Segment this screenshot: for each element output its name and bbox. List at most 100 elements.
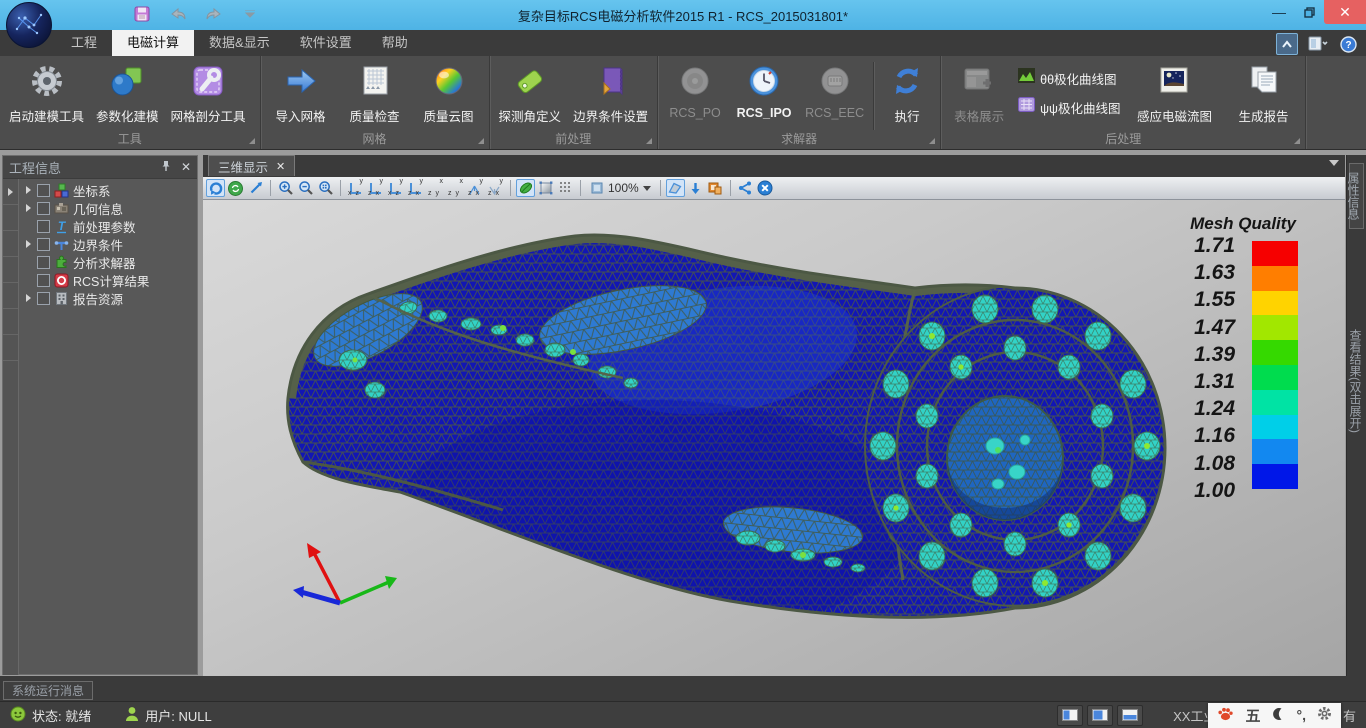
table-display-button[interactable]: 表格展示 (944, 56, 1014, 125)
ime-punctuation-mode[interactable]: °, (1296, 707, 1306, 723)
tab-3d-display[interactable]: 三维显示 ✕ (208, 155, 295, 176)
tab-settings[interactable]: 软件设置 (285, 30, 367, 56)
view-orient-button-1[interactable]: yx z (346, 178, 365, 198)
view-orient-button-3[interactable]: yx z (386, 178, 405, 198)
display-style-icon[interactable] (1308, 34, 1328, 54)
shaded-box-button[interactable] (536, 179, 555, 197)
app-logo[interactable] (6, 2, 52, 48)
ime-toolbar[interactable]: 五 °, (1208, 703, 1341, 728)
clip-plane-button[interactable] (666, 179, 685, 197)
zoom-in-button[interactable] (276, 179, 295, 197)
ime-settings-gear-icon[interactable] (1317, 706, 1332, 724)
tab-em-compute[interactable]: 电磁计算 (112, 30, 194, 56)
layout-bottom-panel-button[interactable] (1117, 705, 1143, 726)
view-orient-button-4[interactable]: yz x (406, 178, 425, 198)
ime-wubi-mode[interactable]: 五 (1245, 705, 1260, 726)
delete-view-button[interactable] (756, 179, 775, 197)
quality-contour-button[interactable]: 质量云图 (412, 56, 486, 125)
copy-view-button[interactable] (706, 179, 725, 197)
view-orient-button-5[interactable]: xz y (426, 178, 445, 198)
checkbox[interactable] (37, 220, 50, 233)
close-button[interactable]: ✕ (1324, 0, 1366, 24)
view-orient-button-2[interactable]: yz x (366, 178, 385, 198)
view-orient-button-7[interactable]: yz x (466, 178, 485, 198)
zoom-out-button[interactable] (296, 179, 315, 197)
checkbox[interactable] (37, 292, 50, 305)
group-dialog-launcher[interactable] (1294, 138, 1300, 144)
analysis-solver-icon (54, 255, 69, 270)
checkbox[interactable] (37, 274, 50, 287)
tab-help[interactable]: 帮助 (367, 30, 423, 56)
system-messages-tab[interactable]: 系统运行消息 (3, 681, 93, 700)
rcs-po-button[interactable]: RCS_PO (661, 56, 729, 120)
3d-canvas[interactable]: Mesh Quality 1.71 1.63 1.55 1.47 1.39 1.… (203, 200, 1345, 681)
tab-close-icon[interactable]: ✕ (276, 160, 285, 173)
checkbox[interactable] (37, 256, 50, 269)
tree-item-coordinate-system[interactable]: 坐标系 (19, 181, 197, 199)
induced-em-flow-button[interactable]: 感应电磁流图 (1124, 56, 1224, 125)
theta-polarization-curve-button[interactable]: θθ极化曲线图 (1014, 68, 1124, 88)
view-results-tab[interactable]: 查看结果(双击展开) (1349, 329, 1364, 433)
smooth-shading-leaf-button[interactable] (516, 179, 535, 197)
legend-value: 1.47 (1163, 317, 1235, 339)
rcs-eec-button[interactable]: RCS_EEC (799, 56, 870, 120)
coordinate-system-icon (54, 183, 69, 198)
zoom-fit-button[interactable] (316, 179, 335, 197)
drop-down-arrow-button[interactable] (686, 179, 705, 197)
minimize-button[interactable]: — (1264, 0, 1294, 24)
report-resources-icon (54, 291, 69, 306)
parametric-modeling-button[interactable]: 参数化建模 (90, 56, 165, 125)
tree-item-rcs-results[interactable]: RCS计算结果 (19, 271, 197, 289)
launch-modeling-tool-button[interactable]: 启动建模工具 (3, 56, 90, 125)
quality-check-button[interactable]: 质量检查 (338, 56, 412, 125)
zoom-level-combo[interactable]: 100% (586, 181, 655, 195)
group-dialog-launcher[interactable] (249, 138, 255, 144)
checkbox[interactable] (37, 184, 50, 197)
group-dialog-launcher[interactable] (929, 138, 935, 144)
detect-angle-button[interactable]: 探测角定义 (493, 56, 568, 125)
tab-project[interactable]: 工程 (56, 30, 112, 56)
restore-button[interactable] (1294, 0, 1324, 24)
panel-close-icon[interactable]: ✕ (181, 160, 191, 174)
tree-item-analysis-solver[interactable]: 分析求解器 (19, 253, 197, 271)
generate-report-button[interactable]: 生成报告 (1224, 56, 1302, 125)
layout-wide-panel-button[interactable] (1087, 705, 1113, 726)
grid-dots-button[interactable] (556, 179, 575, 197)
view-orient-button-6[interactable]: xz y (446, 178, 465, 198)
tree-item-preprocess-params[interactable]: T 前处理参数 (19, 217, 197, 235)
pan-zoom-arrow-button[interactable] (246, 179, 265, 197)
execute-button[interactable]: 执行 (877, 56, 937, 125)
tree-item-report-resources[interactable]: 报告资源 (19, 289, 197, 307)
ribbon-group-tools: 启动建模工具 参数化建模 网格剖分工具 工具 (0, 56, 261, 149)
tab-data-display[interactable]: 数据&显示 (194, 30, 285, 56)
mesh-partition-tool-button[interactable]: 网格剖分工具 (165, 56, 252, 125)
import-mesh-button[interactable]: 导入网格 (264, 56, 338, 125)
checkbox[interactable] (37, 202, 50, 215)
checkbox[interactable] (37, 238, 50, 251)
share-view-button[interactable] (736, 179, 755, 197)
legend-value: 1.71 (1163, 235, 1235, 257)
ribbon-filler (1306, 56, 1366, 149)
group-dialog-launcher[interactable] (478, 138, 484, 144)
property-info-tab[interactable]: 属性信息 (1349, 163, 1364, 229)
tree-item-geometry-info[interactable]: 几何信息 (19, 199, 197, 217)
boundary-condition-button[interactable]: 边界条件设置 (567, 56, 654, 125)
rcs-ipo-button[interactable]: RCS_IPO (729, 56, 799, 120)
title-bar: 复杂目标RCS电磁分析软件2015 R1 - RCS_2015031801* —… (0, 0, 1366, 30)
ime-brand-paw-icon[interactable] (1217, 706, 1234, 725)
tab-list-dropdown-icon[interactable] (1329, 160, 1339, 166)
group-dialog-launcher[interactable] (646, 138, 652, 144)
user-text: 用户: NULL (145, 706, 211, 725)
project-info-title: 工程信息 (9, 158, 61, 177)
view-orient-button-8[interactable]: yz x (486, 178, 505, 198)
refresh-view-button[interactable] (226, 179, 245, 197)
pin-icon[interactable] (161, 160, 171, 175)
collapse-ribbon-icon[interactable] (1276, 33, 1298, 55)
psi-polarization-curve-button[interactable]: ψψ极化曲线图 (1014, 97, 1124, 117)
tree-item-boundary-conditions[interactable]: 边界条件 (19, 235, 197, 253)
help-icon[interactable]: ? (1338, 34, 1358, 54)
layout-left-panel-button[interactable] (1057, 705, 1083, 726)
rotate-view-button[interactable] (206, 179, 225, 197)
ime-moon-icon[interactable] (1271, 707, 1285, 724)
legend-value: 1.00 (1163, 480, 1235, 502)
